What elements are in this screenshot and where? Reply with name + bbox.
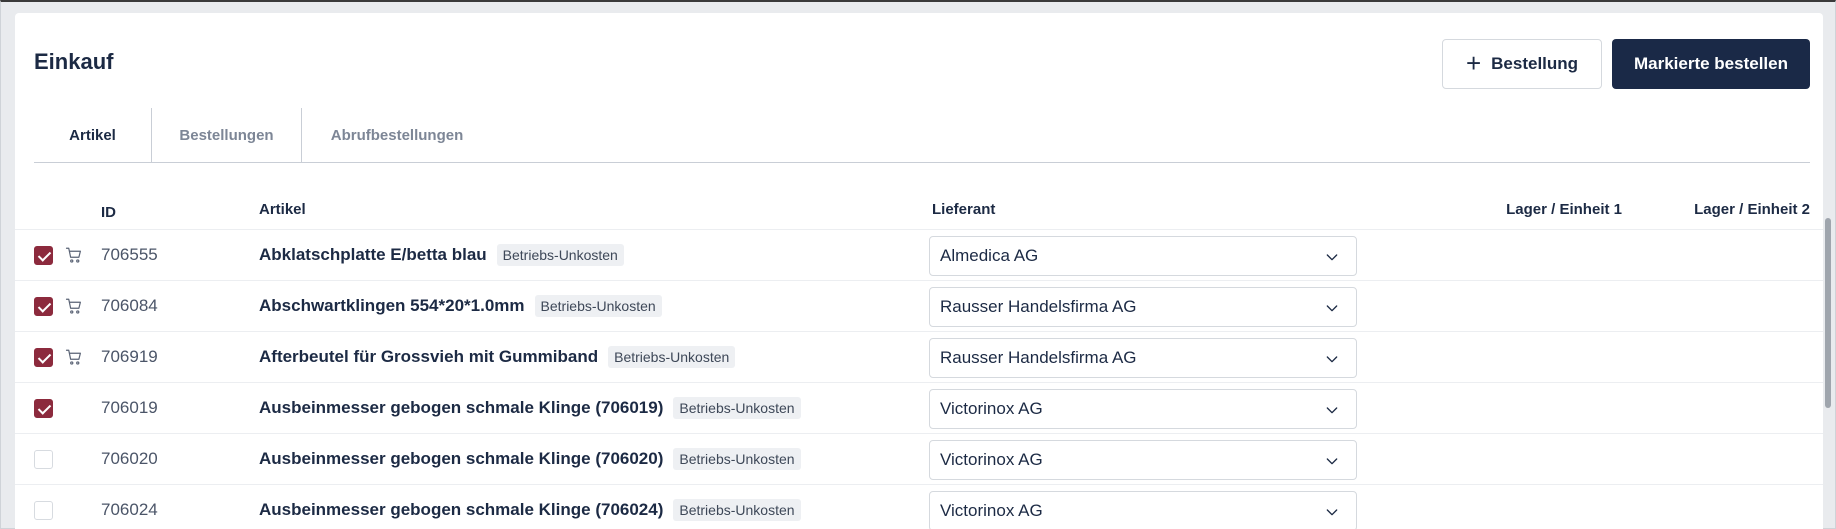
- table-row: 706020 Ausbeinmesser gebogen schmale Kli…: [15, 434, 1823, 485]
- row-checkbox[interactable]: [34, 501, 53, 520]
- article-cell: Abschwartklingen 554*20*1.0mm Betriebs-U…: [259, 293, 662, 319]
- supplier-select[interactable]: Victorinox AG: [929, 389, 1357, 429]
- table-row: 706019 Ausbeinmesser gebogen schmale Kli…: [15, 383, 1823, 434]
- row-checkbox[interactable]: [34, 399, 53, 418]
- category-badge: Betriebs-Unkosten: [534, 295, 662, 317]
- supplier-value: Almedica AG: [940, 246, 1039, 265]
- article-name: Abschwartklingen 554*20*1.0mm: [259, 296, 525, 315]
- purchasing-panel: Einkauf + Bestellung Markierte bestellen…: [15, 13, 1823, 529]
- column-header-lager2: Lager / Einheit 2: [1694, 201, 1810, 218]
- supplier-value: Rausser Handelsfirma AG: [940, 297, 1137, 316]
- page-title: Einkauf: [34, 49, 114, 74]
- table-row: 706919 Afterbeutel für Grossvieh mit Gum…: [15, 332, 1823, 383]
- article-id: 706084: [101, 296, 158, 315]
- table-row: 706084 Abschwartklingen 554*20*1.0mm Bet…: [15, 281, 1823, 332]
- article-name: Ausbeinmesser gebogen schmale Klinge (70…: [259, 500, 664, 519]
- table-header: ID Artikel Lieferant Lager / Einheit 1 L…: [15, 185, 1823, 230]
- category-badge: Betriebs-Unkosten: [673, 448, 801, 470]
- tab-bestellungen[interactable]: Bestellungen: [152, 108, 302, 163]
- table-body: 706555 Abklatschplatte E/betta blau Betr…: [15, 230, 1823, 529]
- table-row: 706555 Abklatschplatte E/betta blau Betr…: [15, 230, 1823, 281]
- add-order-button[interactable]: + Bestellung: [1442, 39, 1602, 89]
- article-id: 706020: [101, 449, 158, 468]
- row-checkbox[interactable]: [34, 246, 53, 265]
- row-checkbox[interactable]: [34, 348, 53, 367]
- article-name: Ausbeinmesser gebogen schmale Klinge (70…: [259, 449, 664, 468]
- supplier-select[interactable]: Rausser Handelsfirma AG: [929, 287, 1357, 327]
- supplier-select[interactable]: Victorinox AG: [929, 440, 1357, 480]
- order-marked-button[interactable]: Markierte bestellen: [1612, 39, 1810, 89]
- column-header-id: ID: [101, 204, 116, 221]
- supplier-value: Victorinox AG: [940, 399, 1043, 418]
- row-checkbox[interactable]: [34, 450, 53, 469]
- column-header-lager1: Lager / Einheit 1: [1506, 201, 1622, 218]
- tab-artikel[interactable]: Artikel: [34, 108, 152, 163]
- category-badge: Betriebs-Unkosten: [673, 499, 801, 521]
- supplier-select[interactable]: Rausser Handelsfirma AG: [929, 338, 1357, 378]
- column-header-lieferant: Lieferant: [932, 201, 996, 218]
- chevron-down-icon: [1326, 305, 1338, 312]
- supplier-select[interactable]: Victorinox AG: [929, 491, 1357, 529]
- category-badge: Betriebs-Unkosten: [673, 397, 801, 419]
- article-id: 706019: [101, 398, 158, 417]
- supplier-select[interactable]: Almedica AG: [929, 236, 1357, 276]
- article-id: 706024: [101, 500, 158, 519]
- cart-icon: [65, 247, 81, 263]
- category-badge: Betriebs-Unkosten: [496, 244, 624, 266]
- chevron-down-icon: [1326, 509, 1338, 516]
- tab-bar: Artikel Bestellungen Abrufbestellungen: [34, 108, 1810, 163]
- article-id: 706555: [101, 245, 158, 264]
- chevron-down-icon: [1326, 254, 1338, 261]
- article-cell: Ausbeinmesser gebogen schmale Klinge (70…: [259, 446, 801, 472]
- plus-icon: +: [1465, 48, 1482, 78]
- table-row: 706024 Ausbeinmesser gebogen schmale Kli…: [15, 485, 1823, 529]
- article-name: Afterbeutel für Grossvieh mit Gummiband: [259, 347, 599, 366]
- supplier-value: Rausser Handelsfirma AG: [940, 348, 1137, 367]
- article-cell: Ausbeinmesser gebogen schmale Klinge (70…: [259, 395, 801, 421]
- chevron-down-icon: [1326, 458, 1338, 465]
- chevron-down-icon: [1326, 407, 1338, 414]
- article-name: Ausbeinmesser gebogen schmale Klinge (70…: [259, 398, 664, 417]
- add-order-label: Bestellung: [1491, 54, 1579, 73]
- column-header-artikel: Artikel: [259, 201, 306, 218]
- cart-icon: [65, 349, 81, 365]
- article-cell: Afterbeutel für Grossvieh mit Gummiband …: [259, 344, 736, 370]
- vertical-scrollbar[interactable]: [1825, 218, 1831, 408]
- tab-abrufbestellungen[interactable]: Abrufbestellungen: [302, 108, 492, 163]
- cart-icon: [65, 298, 81, 314]
- article-cell: Abklatschplatte E/betta blau Betriebs-Un…: [259, 242, 624, 268]
- category-badge: Betriebs-Unkosten: [608, 346, 736, 368]
- supplier-value: Victorinox AG: [940, 450, 1043, 469]
- article-id: 706919: [101, 347, 158, 366]
- article-name: Abklatschplatte E/betta blau: [259, 245, 487, 264]
- row-checkbox[interactable]: [34, 297, 53, 316]
- article-cell: Ausbeinmesser gebogen schmale Klinge (70…: [259, 497, 801, 523]
- chevron-down-icon: [1326, 356, 1338, 363]
- supplier-value: Victorinox AG: [940, 501, 1043, 520]
- app-window: Einkauf + Bestellung Markierte bestellen…: [0, 0, 1836, 529]
